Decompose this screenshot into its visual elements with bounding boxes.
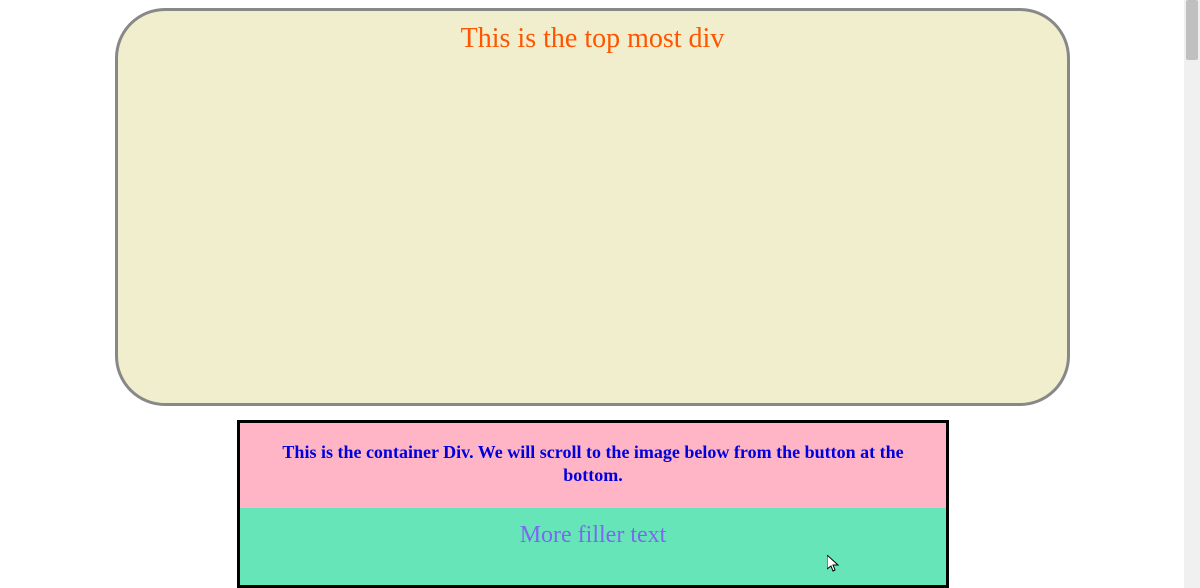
top-most-div: This is the top most div: [115, 8, 1070, 406]
top-div-heading: This is the top most div: [118, 23, 1067, 55]
container-text-block: This is the container Div. We will scrol…: [240, 423, 946, 508]
filler-block: More filler text: [240, 508, 946, 588]
container-description: This is the container Div. We will scrol…: [270, 441, 916, 488]
page-scrollbar-thumb[interactable]: [1186, 0, 1198, 60]
filler-text: More filler text: [260, 522, 926, 549]
container-inner: This is the container Div. We will scrol…: [240, 423, 946, 588]
page-scrollbar[interactable]: [1184, 0, 1200, 588]
container-div[interactable]: This is the container Div. We will scrol…: [237, 420, 949, 588]
